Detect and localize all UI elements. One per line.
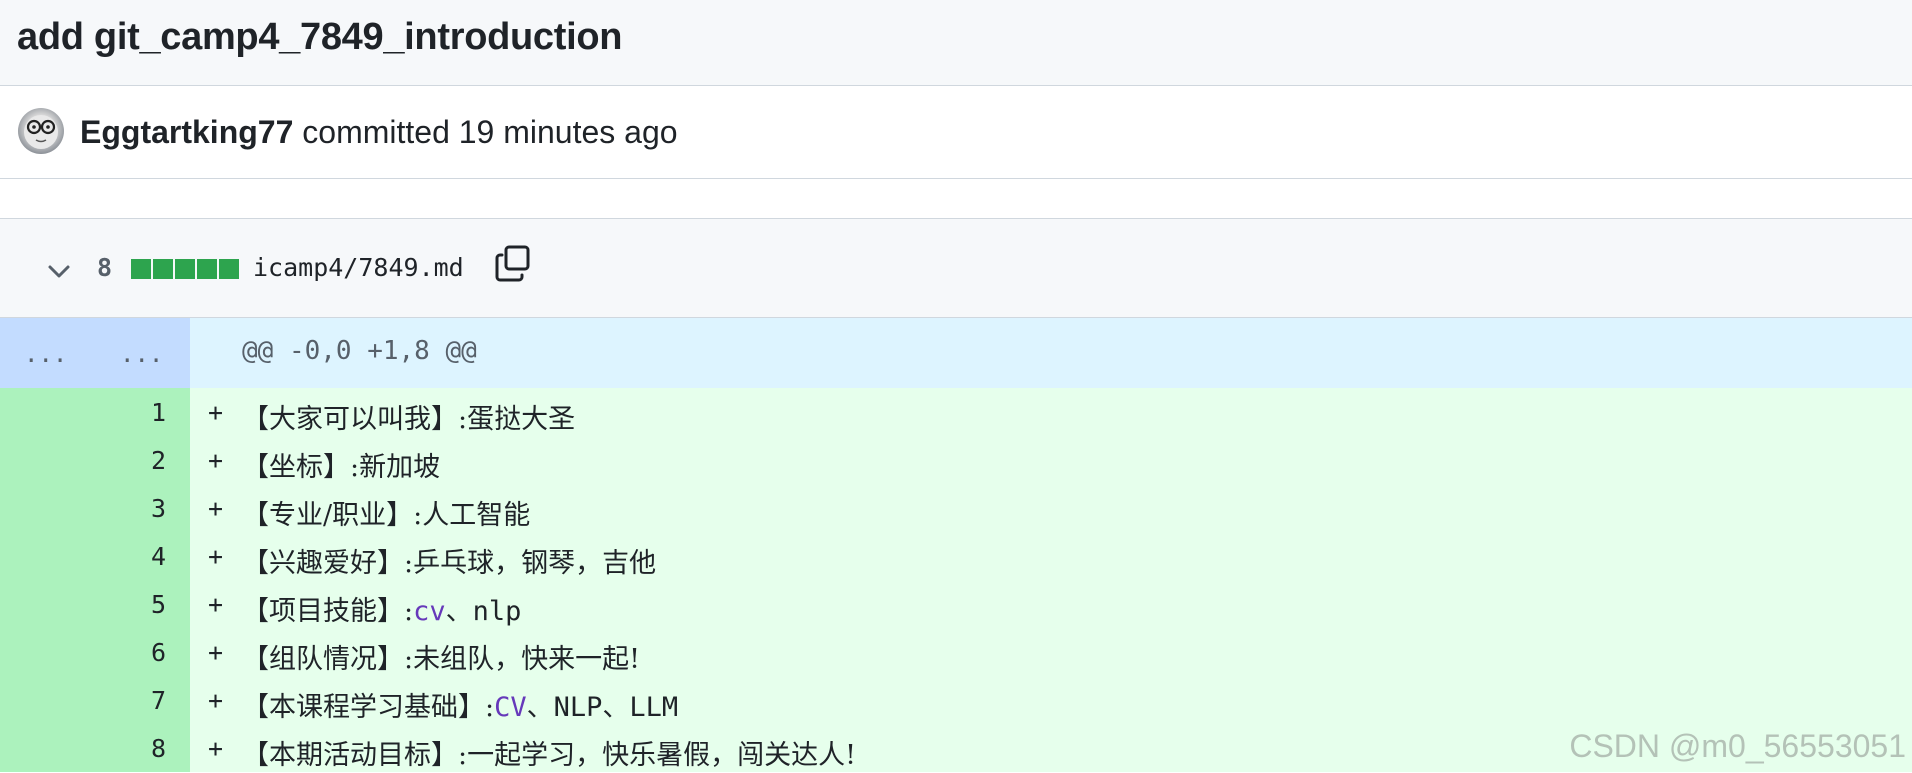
commit-time[interactable]: 19 minutes ago — [459, 114, 678, 150]
code-prefix: 【项目技能】: — [242, 596, 414, 627]
code-text: 【组队情况】:未组队，快来一起! — [242, 637, 640, 676]
code-prefix: 【专业/职业】:人工智能 — [242, 500, 531, 531]
diff-line: 1 + 【大家可以叫我】:蛋挞大圣 — [0, 388, 1912, 436]
added-marker: + — [208, 446, 224, 475]
added-marker: + — [208, 638, 224, 667]
diffstat — [131, 259, 239, 279]
file-path[interactable]: icamp4/7849.md — [253, 253, 464, 282]
diffstat-added-block — [131, 259, 151, 279]
file-diff: 8 icamp4/7849.md ... ... @@ -0,0 +1,8 @@… — [0, 218, 1912, 773]
added-marker: + — [208, 542, 224, 571]
avatar-image — [24, 115, 58, 149]
line-number[interactable]: 3 — [151, 494, 166, 523]
line-number-cell[interactable]: 6 — [0, 628, 190, 676]
code-prefix: 【本课程学习基础】: — [242, 692, 495, 723]
code-cell: + 【本课程学习基础】:CV、NLP、LLM — [190, 676, 1912, 724]
code-text: 【项目技能】:cv、nlp — [242, 589, 521, 628]
author-link[interactable]: Eggtartking77 — [80, 114, 293, 150]
line-number-cell[interactable]: 3 — [0, 484, 190, 532]
diffstat-added-block — [175, 259, 195, 279]
code-cell: + 【大家可以叫我】:蛋挞大圣 — [190, 388, 1912, 436]
file-header: 8 icamp4/7849.md — [0, 219, 1912, 318]
diff-line: 3 + 【专业/职业】:人工智能 — [0, 484, 1912, 532]
code-cell: + 【兴趣爱好】:乒乓球，钢琴，吉他 — [190, 532, 1912, 580]
commit-verb: committed — [302, 114, 450, 150]
added-marker: + — [208, 398, 224, 427]
diff-line: 2 + 【坐标】:新加坡 — [0, 436, 1912, 484]
code-prefix: 【组队情况】:未组队，快来一起! — [242, 644, 640, 675]
watermark: CSDN @m0_56553051 — [1569, 728, 1906, 764]
diff-line: 6 + 【组队情况】:未组队，快来一起! — [0, 628, 1912, 676]
diffstat-added-block — [219, 259, 239, 279]
code-text: 【专业/职业】:人工智能 — [242, 493, 530, 532]
code-text: 【兴趣爱好】:乒乓球，钢琴，吉他 — [242, 541, 656, 580]
hunk-expand-left[interactable]: ... — [24, 340, 67, 368]
line-number[interactable]: 6 — [151, 638, 166, 667]
diff-line: 5 + 【项目技能】:cv、nlp — [0, 580, 1912, 628]
line-number[interactable]: 2 — [151, 446, 166, 475]
line-number-cell[interactable]: 7 — [0, 676, 190, 724]
code-cell: + 【项目技能】:cv、nlp — [190, 580, 1912, 628]
code-cell: + 【专业/职业】:人工智能 — [190, 484, 1912, 532]
code-text: 【本课程学习基础】:CV、NLP、LLM — [242, 685, 678, 724]
commit-title-bar: add git_camp4_7849_introduction — [0, 0, 1912, 86]
hunk-header-text: @@ -0,0 +1,8 @@ — [242, 336, 477, 366]
line-number[interactable]: 7 — [151, 686, 166, 715]
hunk-header-row: ... ... @@ -0,0 +1,8 @@ — [0, 318, 1912, 388]
diff-lines: 1 + 【大家可以叫我】:蛋挞大圣 2 + 【坐标】:新加坡 3 + 【专业/职业】:人工智能 4… — [0, 388, 1912, 772]
diff-line: 4 + 【兴趣爱好】:乒乓球，钢琴，吉他 — [0, 532, 1912, 580]
line-number[interactable]: 5 — [151, 590, 166, 619]
added-marker: + — [208, 590, 224, 619]
code-prefix: 【本期活动目标】:一起学习，快乐暑假，闯关达人! — [242, 740, 856, 771]
hunk-gutter[interactable]: ... ... — [0, 318, 190, 388]
code-keyword: cv — [413, 596, 446, 627]
code-prefix: 【坐标】:新加坡 — [242, 452, 441, 483]
code-text: 【本期活动目标】:一起学习，快乐暑假，闯关达人! — [242, 733, 856, 772]
diffstat-added-block — [153, 259, 173, 279]
code-suffix: 、nlp — [445, 596, 522, 627]
code-prefix: 【大家可以叫我】:蛋挞大圣 — [242, 404, 576, 435]
chevron-down-icon[interactable] — [44, 257, 74, 287]
line-number[interactable]: 4 — [151, 542, 166, 571]
commit-meta: Eggtartking77 committed 19 minutes ago — [0, 86, 1912, 179]
line-number-cell[interactable]: 8 — [0, 724, 190, 772]
code-cell: + 【坐标】:新加坡 — [190, 436, 1912, 484]
code-text: 【坐标】:新加坡 — [242, 445, 440, 484]
avatar[interactable] — [18, 108, 64, 154]
line-number[interactable]: 8 — [151, 734, 166, 763]
line-number-cell[interactable]: 2 — [0, 436, 190, 484]
diff-line: 7 + 【本课程学习基础】:CV、NLP、LLM — [0, 676, 1912, 724]
line-number-cell[interactable]: 5 — [0, 580, 190, 628]
commit-title: add git_camp4_7849_introduction — [17, 16, 623, 58]
hunk-header: @@ -0,0 +1,8 @@ — [190, 318, 1912, 388]
change-count: 8 — [97, 253, 113, 282]
hunk-expand-right[interactable]: ... — [120, 340, 163, 368]
code-cell: + 【组队情况】:未组队，快来一起! — [190, 628, 1912, 676]
code-suffix: 、NLP、LLM — [526, 692, 679, 723]
line-number[interactable]: 1 — [151, 398, 166, 427]
copy-icon[interactable] — [492, 243, 534, 285]
diffstat-added-block — [197, 259, 217, 279]
added-marker: + — [208, 734, 224, 763]
code-keyword: CV — [494, 692, 527, 723]
code-prefix: 【兴趣爱好】:乒乓球，钢琴，吉他 — [242, 548, 657, 579]
line-number-cell[interactable]: 4 — [0, 532, 190, 580]
commit-byline: Eggtartking77 committed 19 minutes ago — [80, 114, 678, 151]
line-number-cell[interactable]: 1 — [0, 388, 190, 436]
code-text: 【大家可以叫我】:蛋挞大圣 — [242, 397, 575, 436]
added-marker: + — [208, 686, 224, 715]
added-marker: + — [208, 494, 224, 523]
